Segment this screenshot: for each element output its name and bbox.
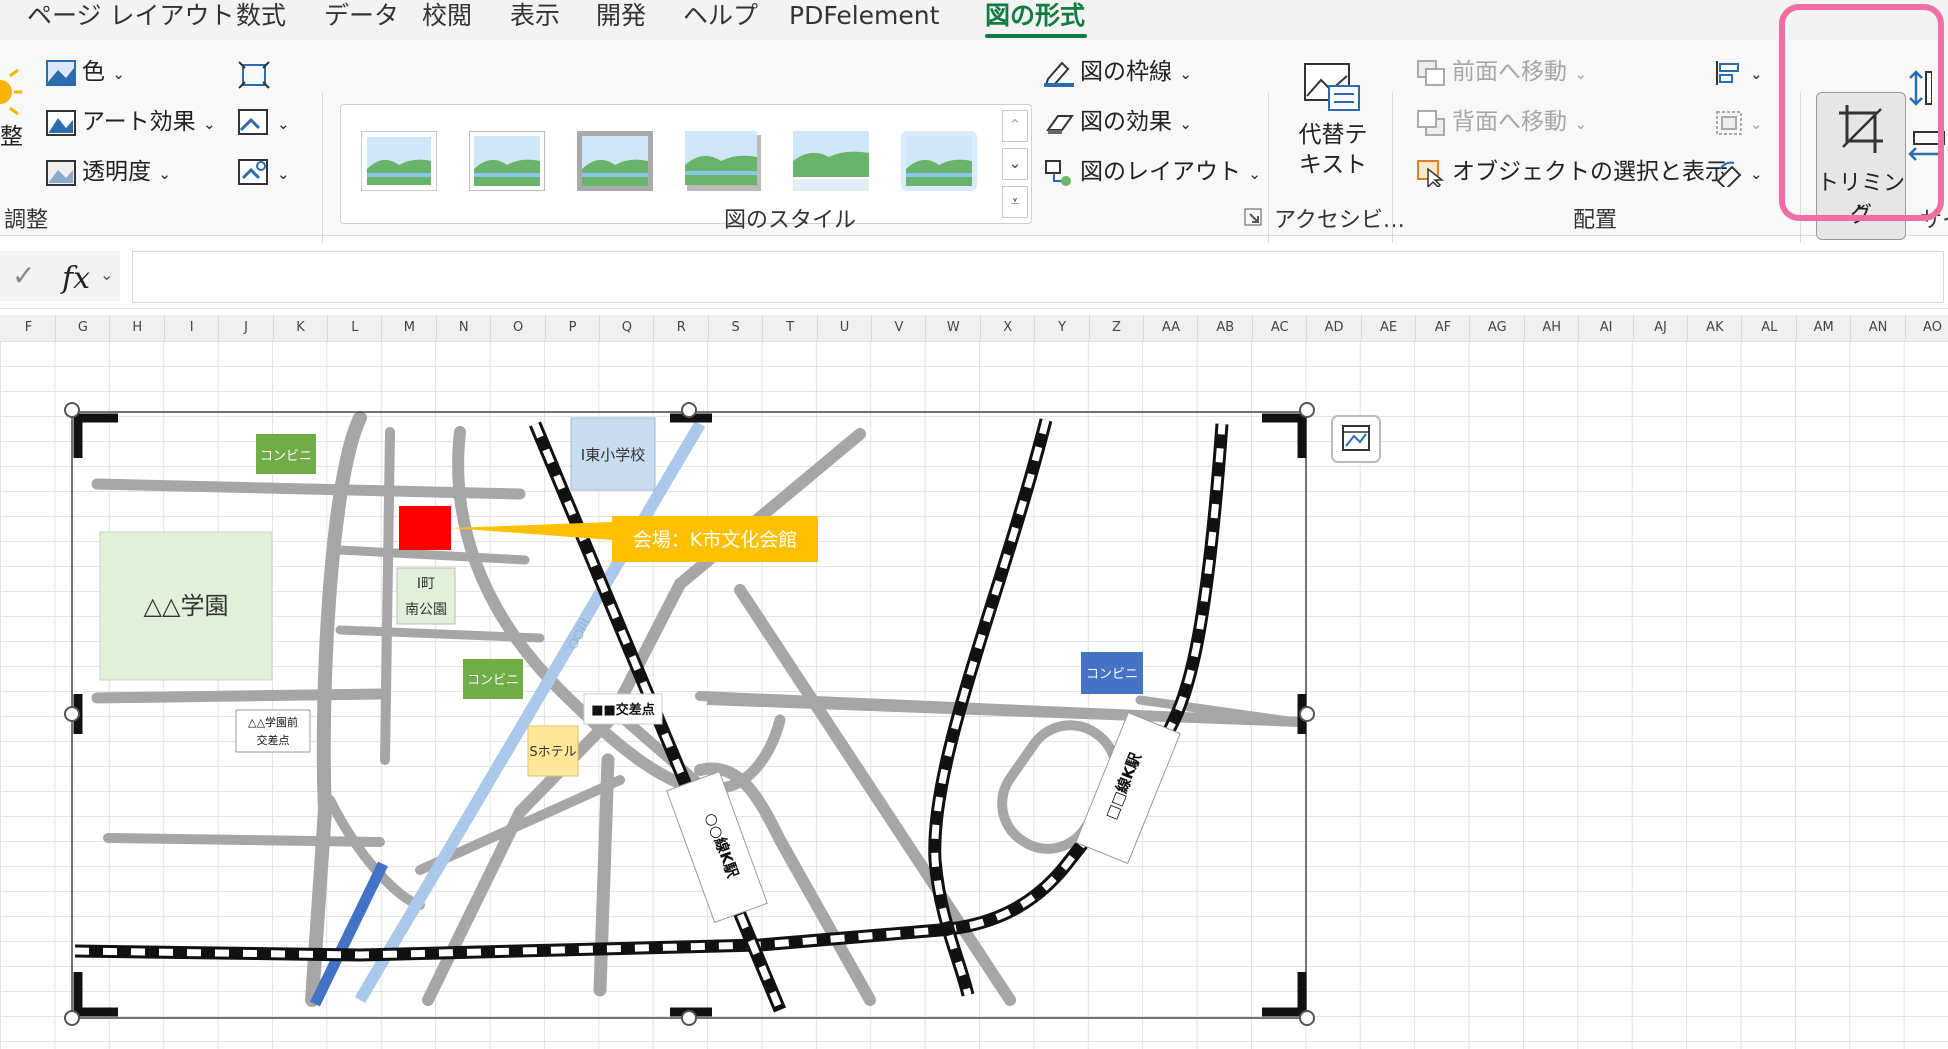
map-picture[interactable]: △△学園 コンビニ コンビニ コンビニ I東小学校 I町 南公園 会場：K市文化… bbox=[0, 0, 1948, 1049]
venue-label: 会場：K市文化会館 bbox=[633, 529, 797, 551]
elementary-school-label: I東小学校 bbox=[581, 446, 645, 464]
hotel-label: Sホテル bbox=[529, 745, 576, 760]
park-label-line1: I町 bbox=[417, 576, 435, 592]
school-crossing-label-1: △△学園前 bbox=[248, 715, 298, 729]
school-label: △△学園 bbox=[144, 592, 229, 620]
layout-options-button[interactable] bbox=[1331, 415, 1381, 463]
park-label-line2: 南公園 bbox=[405, 602, 447, 618]
crossing-label: ■■交差点 bbox=[591, 702, 655, 718]
resize-handle[interactable] bbox=[1299, 706, 1315, 722]
resize-handle[interactable] bbox=[64, 1010, 80, 1026]
resize-handle[interactable] bbox=[64, 706, 80, 722]
venue-marker bbox=[399, 506, 451, 550]
resize-handle[interactable] bbox=[64, 402, 80, 418]
crop-handle-bottom-left[interactable] bbox=[73, 972, 118, 1017]
school-crossing-label-2: 交差点 bbox=[257, 733, 290, 747]
resize-handle[interactable] bbox=[681, 1010, 697, 1026]
convenience-label-1: コンビニ bbox=[260, 449, 312, 464]
map-roads bbox=[91, 411, 1305, 1007]
convenience-label-2: コンビニ bbox=[467, 673, 519, 688]
crop-handle-bottom-right[interactable] bbox=[1262, 972, 1307, 1017]
venue-callout-pointer bbox=[451, 522, 612, 540]
convenience-label-3: コンビニ bbox=[1086, 667, 1138, 682]
resize-handle[interactable] bbox=[1299, 1010, 1315, 1026]
resize-handle[interactable] bbox=[1299, 402, 1315, 418]
river-label: ○○川 bbox=[564, 616, 592, 652]
crop-handle-top-right[interactable] bbox=[1262, 413, 1307, 458]
resize-handle[interactable] bbox=[681, 402, 697, 418]
crop-handle-top-left[interactable] bbox=[73, 413, 118, 458]
